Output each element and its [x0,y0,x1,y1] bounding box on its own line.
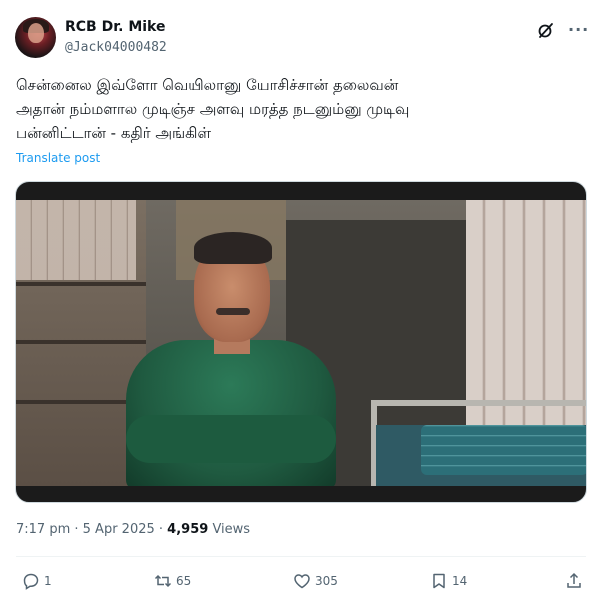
bookmark-button[interactable]: 14 [430,571,467,591]
repost-button[interactable]: 65 [154,571,191,591]
tweet-date[interactable]: 5 Apr 2025 [83,522,155,537]
meta-separator: · [74,522,83,537]
bookmark-icon [433,573,445,589]
share-icon [567,572,581,588]
more-icon[interactable]: ··· [568,20,589,39]
tweet-meta: 7:17 pm · 5 Apr 2025 · 4,959 Views [16,522,250,537]
like-icon [294,574,310,589]
translate-post-link[interactable]: Translate post [16,151,100,165]
movie-still [16,200,586,486]
reply-icon [23,573,39,590]
tweet-text-line: பன்னிட்டான் - கதிர் அங்கிள் [16,124,211,142]
reply-count: 1 [44,574,52,588]
repost-count: 65 [176,574,192,588]
like-count: 305 [315,574,338,588]
tweet-text: சென்னைல இவ்ளோ வெயிலானு யோசிச்சான் தலைவன்… [16,73,586,145]
bookmark-count: 14 [452,574,468,588]
views-label: Views [212,522,251,537]
tweet-text-line: சென்னைல இவ்ளோ வெயிலானு யோசிச்சான் தலைவன் [16,76,399,94]
tweet-text-line: அதான் நம்மளால முடிஞ்ச அளவு மரத்த நடனும்ன… [16,100,410,118]
tweet-card: RCB Dr. Mike @Jack04000482 ··· சென்னைல இ… [0,0,600,606]
author-handle[interactable]: @Jack04000482 [65,40,167,55]
man-in-green-gown [126,220,346,486]
like-button[interactable]: 305 [293,571,338,591]
tweet-time[interactable]: 7:17 pm [16,522,70,537]
author-display-name[interactable]: RCB Dr. Mike [65,19,165,35]
tweet-media-image[interactable] [15,181,587,503]
meta-separator: · [158,522,168,537]
share-button[interactable] [565,571,587,591]
avatar[interactable] [15,17,56,58]
reply-button[interactable]: 1 [22,571,52,591]
divider [16,556,586,557]
repost-icon [154,574,172,588]
grok-icon[interactable] [537,21,555,39]
views-count: 4,959 [167,522,209,537]
